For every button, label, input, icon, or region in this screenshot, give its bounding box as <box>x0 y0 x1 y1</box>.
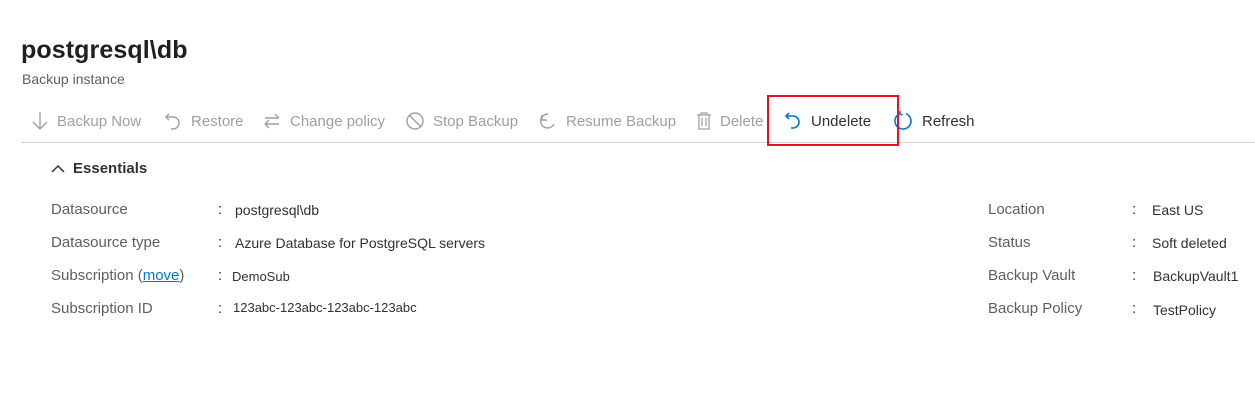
page-subtitle: Backup instance <box>22 71 125 87</box>
undelete-highlight-box <box>767 95 899 146</box>
backup-policy-value[interactable]: TestPolicy <box>1153 302 1216 318</box>
subscription-id-value: 123abc-123abc-123abc-123abc <box>233 300 417 315</box>
refresh-button[interactable]: Refresh <box>892 100 975 142</box>
colon: : <box>218 234 223 251</box>
backup-now-button[interactable]: Backup Now <box>31 100 141 142</box>
backup-vault-label: Backup Vault <box>988 267 1076 284</box>
location-label: Location <box>988 201 1045 218</box>
subscription-label: Subscription (move) <box>51 267 184 284</box>
datasource-value: postgresql\db <box>235 202 320 218</box>
colon: : <box>1132 267 1137 284</box>
datasource-type-label: Datasource type <box>51 234 161 251</box>
essentials-toggle[interactable]: Essentials <box>51 160 147 177</box>
restore-label: Restore <box>191 112 244 130</box>
essentials-label: Essentials <box>73 160 148 177</box>
undo-icon <box>165 113 180 130</box>
datasource-label: Datasource <box>51 201 128 218</box>
subscription-value[interactable]: DemoSub <box>232 269 290 284</box>
arrow-down-icon <box>32 112 48 130</box>
delete-button[interactable]: Delete <box>696 100 763 142</box>
move-subscription-link[interactable]: move <box>143 267 180 284</box>
colon: : <box>1132 300 1137 317</box>
trash-icon <box>697 112 711 130</box>
backup-now-label: Backup Now <box>57 112 142 130</box>
colon: : <box>218 300 223 317</box>
status-value: Soft deleted <box>1152 235 1227 251</box>
colon: : <box>218 201 223 218</box>
stop-backup-label: Stop Backup <box>433 112 519 130</box>
stop-backup-button[interactable]: Stop Backup <box>405 100 518 142</box>
backup-vault-value[interactable]: BackupVault1 <box>1153 268 1238 284</box>
backup-policy-label: Backup Policy <box>988 300 1083 317</box>
change-policy-button[interactable]: Change policy <box>262 100 385 142</box>
colon: : <box>1132 234 1137 251</box>
redo-icon <box>540 113 555 129</box>
change-policy-label: Change policy <box>290 112 386 130</box>
page-title: postgresql\db <box>21 36 188 64</box>
resume-backup-button[interactable]: Resume Backup <box>538 100 676 142</box>
datasource-type-value: Azure Database for PostgreSQL servers <box>235 235 486 251</box>
location-value: East US <box>1152 202 1204 218</box>
swap-icon <box>264 113 280 129</box>
delete-label: Delete <box>720 112 764 130</box>
colon: : <box>218 267 223 284</box>
subscription-label-text: Subscription ( <box>51 267 143 284</box>
chevron-up-icon <box>51 164 65 173</box>
command-bar: Backup Now Restore Change policy Stop Ba… <box>21 100 1255 143</box>
refresh-label: Refresh <box>922 112 975 130</box>
status-label: Status <box>988 234 1031 251</box>
subscription-id-label: Subscription ID <box>51 300 153 317</box>
subscription-label-close: ) <box>179 267 185 284</box>
colon: : <box>1132 201 1137 218</box>
restore-button[interactable]: Restore <box>163 100 244 142</box>
stop-icon <box>406 112 424 130</box>
resume-backup-label: Resume Backup <box>566 112 677 130</box>
